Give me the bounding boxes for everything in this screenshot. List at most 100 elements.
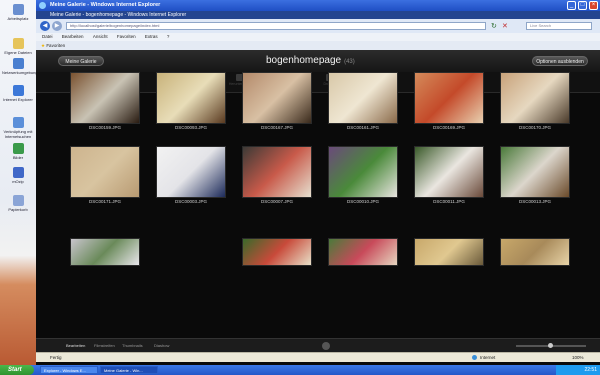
photo-filename: DSC00159.JPG [88,125,122,130]
photo-filename: DSC00167.JPG [260,125,294,130]
photo-thumbnail[interactable] [70,238,140,266]
desktop-icon[interactable]: Eigene Dateien [2,38,34,55]
size-slider-handle[interactable] [548,343,553,348]
view-bar: Bearbeiten Filmstreifen Thumbnails Diash… [36,338,600,353]
desktop-item-icon [12,58,24,69]
view-filmstrip[interactable]: Filmstreifen [94,339,115,353]
photo-filename: DSC00171.JPG [88,199,122,204]
photo-thumbnail[interactable]: DSC00170.JPG [500,72,570,130]
start-button[interactable]: Start [0,365,34,375]
photo-image[interactable] [414,72,484,124]
photo-image[interactable] [70,146,140,198]
photo-image[interactable] [156,72,226,124]
photo-image[interactable] [414,238,484,266]
desktop-icon[interactable]: Verknüpfung mit Internetsuchen [2,117,34,139]
photo-filename: DSC00169.JPG [432,125,466,130]
desktop-item-icon [12,143,24,154]
photo-thumbnail[interactable]: DSC00159.JPG [70,72,140,130]
desktop-item-icon [12,38,24,49]
photo-filename: DSC00161.JPG [346,125,380,130]
browser-window: Meine Galerie - Windows Internet Explore… [36,0,600,365]
status-zone: Internet [480,355,496,360]
desktop-icon[interactable]: Bilder [2,143,34,160]
photo-image[interactable] [242,72,312,124]
desktop-icon[interactable]: mOzip [2,167,34,184]
photo-filename: DSC00007.JPG [260,199,294,204]
desktop-icon[interactable]: Netzwerkumgebung [2,58,38,75]
photo-image[interactable] [328,146,398,198]
desktop-item-icon [12,167,24,178]
tab-title[interactable]: Meine Galerie - bogenhomepage - Windows … [50,11,186,19]
menu-item[interactable]: Extras [145,34,158,39]
close-button[interactable]: × [589,1,598,10]
menu-item[interactable]: Bearbeiten [62,34,84,39]
photo-filename: DSC00093.JPG [174,125,208,130]
photo-thumbnail[interactable]: DSC00093.JPG [156,72,226,130]
desktop-icon[interactable]: Arbeitsplatz [2,4,34,21]
desktop-icon[interactable]: Papierkorb [2,195,34,212]
desktop-item-icon [12,117,24,128]
photo-thumbnail[interactable]: DSC00161.JPG [328,72,398,130]
photo-thumbnail[interactable]: DSC00011.JPG [414,146,484,204]
photo-image[interactable] [156,146,226,198]
page-title: bogenhomepage (43) [266,55,355,66]
menu-item[interactable]: Ansicht [93,34,108,39]
photo-thumbnail[interactable]: DSC00010.JPG [328,146,398,204]
taskbar: Start Explorer - Windows E... Meine Gale… [0,365,600,375]
photo-image[interactable] [414,146,484,198]
zoom-level[interactable]: 100% [572,353,584,362]
photo-thumbnail[interactable]: DSC00013.JPG [500,146,570,204]
taskbar-item-gallery[interactable]: Meine Galerie - Win... [100,366,158,374]
photo-thumbnail[interactable]: DSC00007.JPG [242,146,312,204]
globe-icon [472,355,477,360]
search-input[interactable]: Live Search [526,22,592,30]
photo-image[interactable] [328,238,398,266]
photo-image[interactable] [500,72,570,124]
desktop-icon-label: Verknüpfung mit Internetsuchen [3,129,33,139]
forward-button[interactable]: ▶ [52,21,62,31]
address-input[interactable]: http://localhost/galerie/bogenhomepage/i… [66,22,486,30]
gallery-logo-icon [322,342,330,350]
view-edit[interactable]: Bearbeiten [66,339,85,353]
photo-thumbnail[interactable] [242,238,312,266]
ie-logo-icon [39,2,46,9]
photo-image[interactable] [328,72,398,124]
stop-icon[interactable]: ✕ [502,22,508,30]
minimize-button[interactable]: _ [567,1,576,10]
desktop-item-icon [12,85,24,96]
window-titlebar[interactable]: Meine Galerie - Windows Internet Explore… [36,0,600,11]
album-title: bogenhomepage [266,55,342,66]
back-button[interactable]: ◀ [40,21,50,31]
photo-thumbnail[interactable]: DSC00169.JPG [414,72,484,130]
photo-thumbnail[interactable]: DSC00003.JPG [156,146,226,204]
menu-item[interactable]: ? [167,34,170,39]
hide-options-button[interactable]: Optionen ausblenden [532,56,588,66]
photo-image[interactable] [500,238,570,266]
photo-image[interactable] [500,146,570,198]
menu-item[interactable]: Favoriten [117,34,136,39]
taskbar-item-explorer[interactable]: Explorer - Windows E... [40,366,98,374]
refresh-icon[interactable]: ↻ [491,22,497,30]
tab-bar: Meine Galerie - bogenhomepage - Windows … [36,11,600,19]
desktop-icon[interactable]: Internet Explorer [2,85,34,102]
photo-image[interactable] [70,238,140,266]
photo-image[interactable] [242,146,312,198]
view-thumbnails[interactable]: Thumbnails [122,339,143,353]
photo-thumbnail[interactable]: DSC00167.JPG [242,72,312,130]
photo-image[interactable] [70,72,140,124]
favorites-label[interactable]: Favoriten [46,43,65,48]
photo-thumbnail[interactable]: DSC00171.JPG [70,146,140,204]
view-slideshow[interactable]: Diashow [154,339,169,353]
photo-image[interactable] [242,238,312,266]
favorites-star-icon[interactable]: ★ [41,43,45,48]
my-gallery-button[interactable]: Meine Galerie [58,56,104,66]
gallery-header: Meine Galerie bogenhomepage (43) Optionen… [36,50,600,72]
photo-thumbnail[interactable] [500,238,570,266]
desktop-icon-label: Arbeitsplatz [7,16,29,21]
menu-bar: Datei Bearbeiten Ansicht Favoriten Extra… [36,33,600,41]
photo-thumbnail[interactable] [328,238,398,266]
photo-thumbnail[interactable] [414,238,484,266]
menu-item[interactable]: Datei [42,34,53,39]
desktop-icon-label: Papierkorb [8,207,28,212]
maximize-button[interactable]: □ [578,1,587,10]
